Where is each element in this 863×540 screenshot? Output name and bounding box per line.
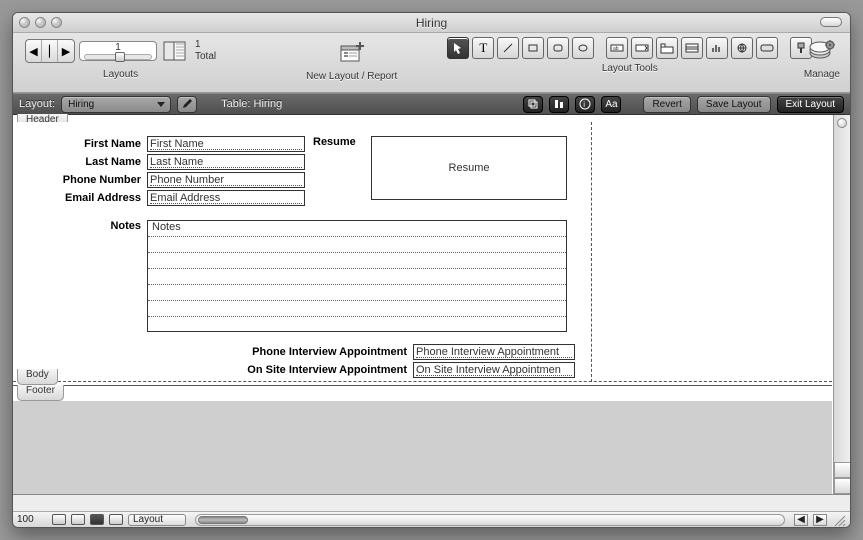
record-book-icon[interactable]	[161, 37, 189, 65]
phone-label[interactable]: Phone Number	[43, 174, 141, 186]
scroll-down-icon[interactable]	[834, 478, 851, 494]
window-title: Hiring	[416, 16, 447, 30]
close-icon[interactable]	[19, 17, 30, 28]
portal-tool[interactable]	[681, 37, 703, 59]
layout-canvas[interactable]: Header First Name First Name Last Name L…	[13, 115, 850, 495]
text-format-icon[interactable]: Aa	[601, 96, 621, 113]
mode-dropdown[interactable]: Layout	[128, 514, 186, 526]
layout-bar: Layout: Hiring Table: Hiring i Aa Revert…	[13, 93, 850, 115]
onsite-interview-field[interactable]: On Site Interview Appointmen	[413, 362, 575, 378]
svg-text:i: i	[584, 100, 586, 109]
resume-container[interactable]: Resume	[371, 136, 567, 200]
phone-interview-field[interactable]: Phone Interview Appointment	[413, 344, 575, 360]
total-label: Total	[195, 51, 216, 63]
field-tool[interactable]: ab	[606, 37, 628, 59]
pointer-tool[interactable]	[447, 37, 469, 59]
scroll-indicator-icon	[837, 118, 847, 128]
first-name-label[interactable]: First Name	[43, 138, 141, 150]
record-count: 1	[195, 39, 216, 51]
layout-dropdown[interactable]: Hiring	[61, 96, 171, 113]
mode-toggle-2-icon[interactable]	[109, 514, 123, 525]
scroll-left-icon[interactable]: ◀	[794, 514, 808, 526]
text-tool[interactable]: T	[472, 37, 494, 59]
notes-field[interactable]: Notes	[147, 220, 567, 332]
zoom-value[interactable]: 100	[17, 514, 47, 525]
layout-prev-icon[interactable]: ◀	[26, 40, 42, 62]
exit-layout-button[interactable]: Exit Layout	[777, 96, 844, 113]
chart-tool[interactable]	[706, 37, 728, 59]
table-label: Table: Hiring	[221, 98, 282, 110]
toolbar: ◀ ⎮ ▶ 1 1 Total Layouts	[13, 33, 850, 93]
zoom-icon[interactable]	[51, 17, 62, 28]
manage-button[interactable]	[807, 37, 837, 65]
vertical-scrollbar[interactable]	[833, 115, 850, 494]
new-layout-button[interactable]	[338, 39, 366, 67]
page-edge-horizontal	[13, 381, 832, 382]
h-scroll-thumb[interactable]	[198, 516, 248, 524]
email-label[interactable]: Email Address	[43, 192, 141, 204]
layout-tools-label: Layout Tools	[602, 63, 658, 74]
beyond-layout-area	[13, 401, 832, 494]
body-part-tab[interactable]: Body	[17, 369, 58, 385]
line-tool[interactable]	[497, 37, 519, 59]
last-name-field[interactable]: Last Name	[147, 154, 305, 170]
scroll-up-icon[interactable]	[834, 462, 851, 478]
layout-label: Layout:	[19, 98, 55, 110]
horizontal-scrollbar[interactable]	[195, 514, 785, 526]
new-layout-label: New Layout / Report	[306, 71, 397, 82]
window-controls	[19, 17, 62, 28]
resume-label[interactable]: Resume	[313, 136, 361, 148]
layouts-label: Layouts	[103, 69, 138, 80]
layout-divider-icon: ⎮	[42, 40, 58, 62]
manage-label: Manage	[804, 69, 840, 80]
zoom-out-step-icon[interactable]	[52, 514, 66, 525]
resize-grip-icon[interactable]	[832, 513, 846, 527]
zoom-in-step-icon[interactable]	[71, 514, 85, 525]
onsite-interview-label[interactable]: On Site Interview Appointment	[237, 364, 407, 376]
footer-part-tab[interactable]: Footer	[17, 385, 64, 401]
titlebar[interactable]: Hiring	[13, 13, 850, 33]
oval-tool[interactable]	[572, 37, 594, 59]
notes-label[interactable]: Notes	[43, 220, 141, 232]
body-area[interactable]: First Name First Name Last Name Last Nam…	[13, 122, 832, 382]
phone-field[interactable]: Phone Number	[147, 172, 305, 188]
status-bar: 100 Layout ◀ ▶	[13, 511, 850, 527]
last-name-label[interactable]: Last Name	[43, 156, 141, 168]
layout-tools-row: T ab	[447, 37, 812, 59]
email-field[interactable]: Email Address	[147, 190, 305, 206]
toolbar-toggle-pill[interactable]	[820, 17, 842, 27]
rect-tool[interactable]	[522, 37, 544, 59]
scroll-right-icon[interactable]: ▶	[813, 514, 827, 526]
duplicate-icon[interactable]	[523, 96, 543, 113]
layout-slider[interactable]: 1	[79, 41, 157, 61]
layout-next-icon[interactable]: ▶	[58, 40, 74, 62]
roundrect-tool[interactable]	[547, 37, 569, 59]
web-viewer-tool[interactable]	[731, 37, 753, 59]
edit-layout-icon[interactable]	[177, 96, 197, 113]
tab-control-tool[interactable]	[656, 37, 678, 59]
save-layout-button[interactable]: Save Layout	[697, 96, 771, 113]
minimize-icon[interactable]	[35, 17, 46, 28]
button-tool[interactable]	[756, 37, 778, 59]
app-window: Hiring ◀ ⎮ ▶ 1 1 Total	[12, 12, 851, 528]
field-control-tool[interactable]	[631, 37, 653, 59]
revert-button[interactable]: Revert	[643, 96, 690, 113]
info-icon[interactable]: i	[575, 96, 595, 113]
align-icon[interactable]	[549, 96, 569, 113]
svg-text:ab: ab	[613, 46, 619, 52]
page-edge-vertical	[591, 122, 592, 382]
mode-toggle-icon[interactable]	[90, 514, 104, 525]
layout-slider-thumb[interactable]	[115, 52, 125, 62]
phone-interview-label[interactable]: Phone Interview Appointment	[237, 346, 407, 358]
first-name-field[interactable]: First Name	[147, 136, 305, 152]
layout-nav[interactable]: ◀ ⎮ ▶	[25, 39, 75, 63]
